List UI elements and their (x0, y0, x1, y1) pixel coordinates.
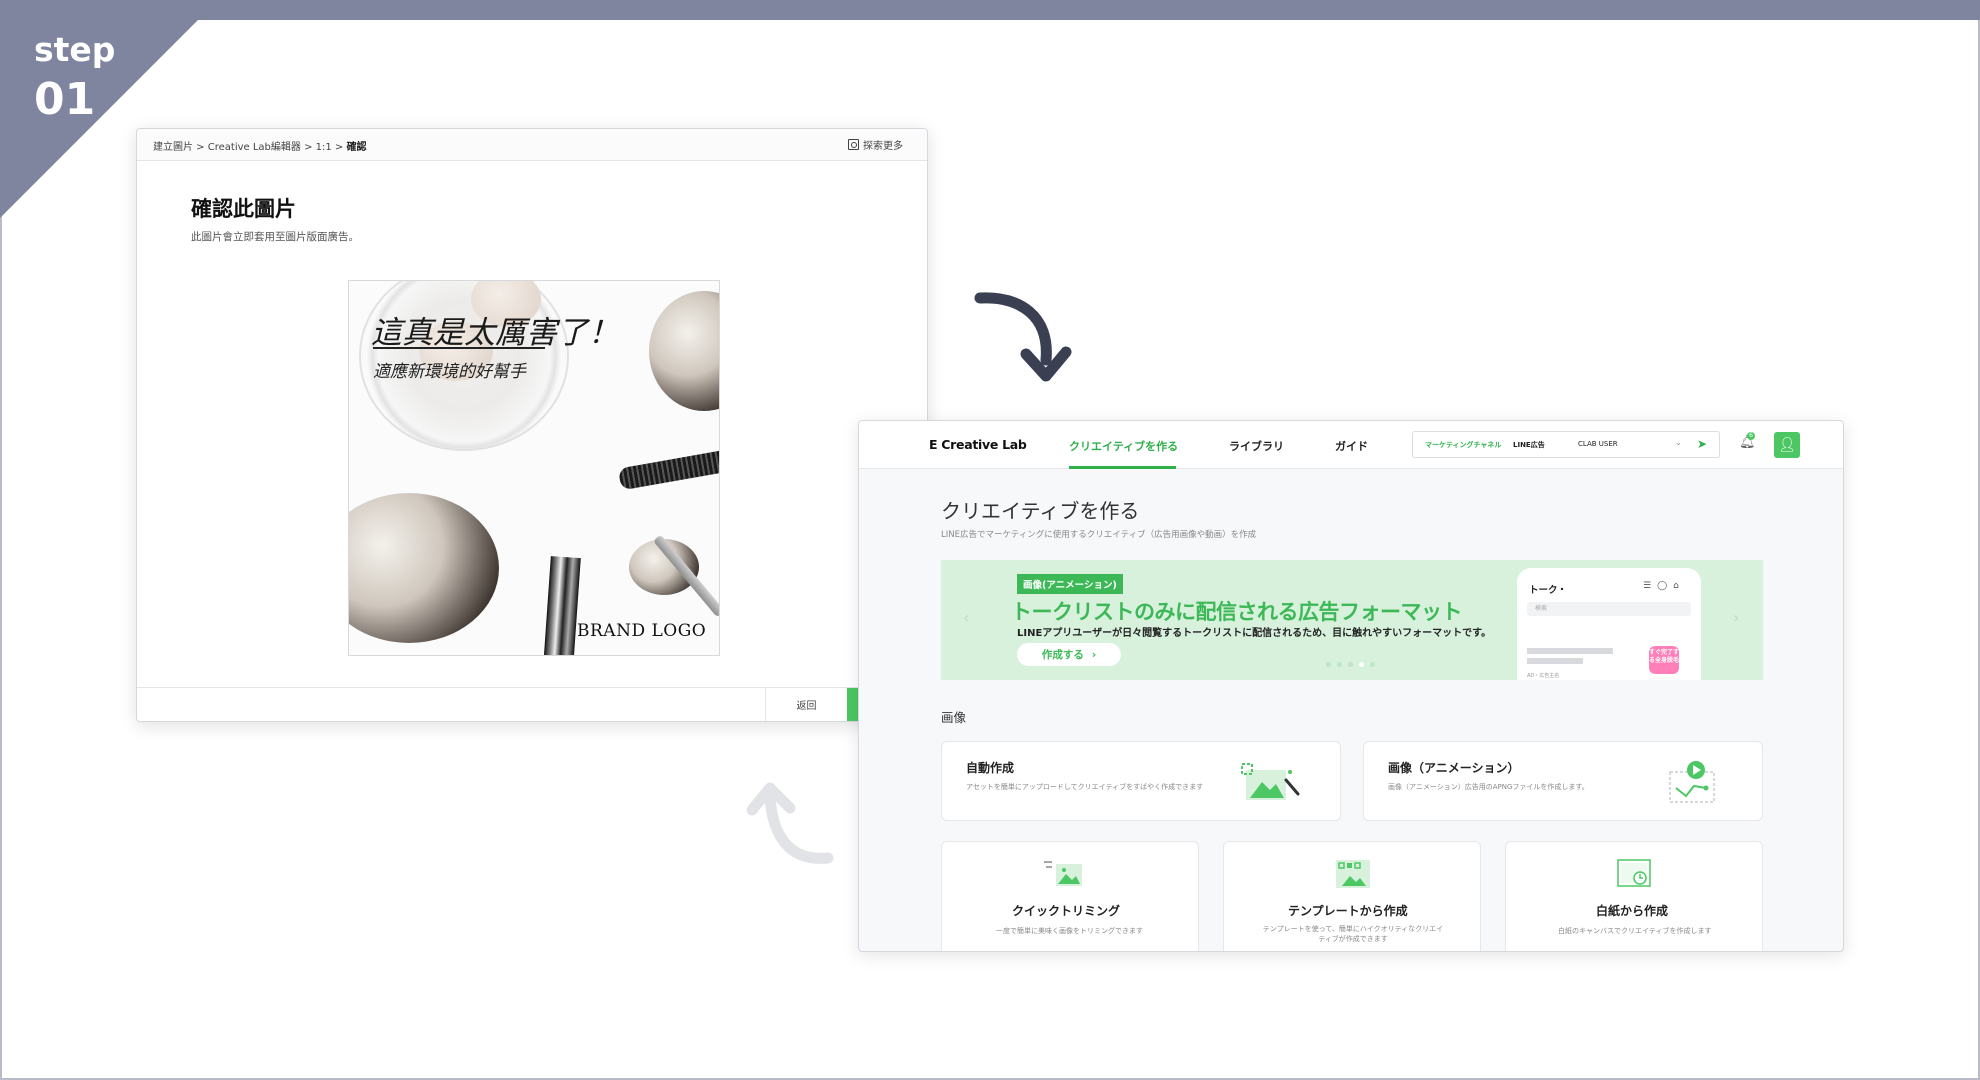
banner-tag: 画像(アニメーション) (1017, 574, 1123, 594)
card-description: テンプレートを使って、簡単にハイクオリティなクリエイティブが作成できます (1262, 925, 1444, 943)
template-icon (1336, 860, 1370, 888)
account-selector[interactable]: マーケティングチャネル LINE広告 CLAB USER ⌄ ➤ (1412, 431, 1720, 458)
explore-more-label: 探索更多 (863, 141, 903, 152)
line-ads-label: LINE広告 (1513, 441, 1545, 449)
phone-list-bar (1527, 648, 1613, 654)
phone-talk-title: トーク・ (1529, 585, 1567, 596)
carousel-dot[interactable] (1370, 662, 1375, 667)
breadcrumb-current: 確認 (346, 142, 367, 153)
section-label-image: 画像 (941, 710, 967, 725)
card-title: クイックトリミング (1012, 904, 1121, 918)
phone-header-icons: ☰◯⌂ (1643, 581, 1685, 591)
brush-image (349, 493, 499, 643)
chevron-left-icon[interactable]: ‹ (963, 608, 969, 627)
image-preview: 這真是太厲害了！ 適應新環境的好幫手 BRAND LOGO (348, 280, 720, 656)
user-avatar-button[interactable]: 👤︎ (1774, 432, 1800, 458)
banner-cta-label: 作成する (1041, 649, 1084, 661)
card-description: 画像（アニメーション）広告用のAPNGファイルを作成します。 (1388, 783, 1589, 791)
nav-tab-guide[interactable]: ガイド (1335, 438, 1368, 454)
carousel-dot[interactable] (1326, 662, 1331, 667)
notification-badge: 6 (1747, 432, 1755, 440)
dialog-footer: 返回 確認 (137, 687, 927, 721)
carousel-dot-active[interactable] (1359, 662, 1364, 667)
chevron-right-icon: › (1091, 648, 1097, 661)
arrow-down-right-icon (974, 292, 1072, 382)
window-header: 建立圖片 > Creative Lab編輯器 > 1:1 > 確認 探索更多 (137, 129, 927, 161)
account-user-name: CLAB USER (1578, 440, 1618, 448)
preview-brand-logo: BRAND LOGO (577, 621, 707, 641)
phone-list-bar (1527, 658, 1583, 664)
explore-more-link[interactable]: 探索更多 (848, 137, 903, 152)
animation-play-icon (1669, 761, 1715, 803)
marketing-channel-label: マーケティングチャネル (1425, 441, 1502, 449)
phone-mockup: トーク・ ☰◯⌂ 検索 すぐ完了する全身脱毛 AD・広告主名 (1517, 568, 1701, 680)
breadcrumb: 建立圖片 > Creative Lab編輯器 > 1:1 > 確認 (153, 142, 367, 153)
preview-headline: 這真是太厲害了！ (371, 315, 619, 351)
auto-create-icon (1241, 763, 1300, 800)
page-subtitle: 此圖片會立即套用至圖片版面廣告。 (191, 231, 359, 243)
creative-lab-logo[interactable]: E Creative Lab (929, 437, 1027, 452)
card-title: 画像（アニメーション） (1388, 761, 1520, 775)
nav-tab-create[interactable]: クリエイティブを作る (1069, 438, 1178, 454)
top-navigation: E Creative Lab クリエイティブを作る ライブラリ ガイド マーケテ… (859, 421, 1843, 469)
mascara-image (617, 449, 719, 491)
send-icon[interactable]: ➤ (1697, 437, 1707, 451)
brush-image (649, 291, 719, 411)
lipstick-tube-image (543, 556, 581, 655)
card-title: 白紙から作成 (1596, 904, 1669, 918)
card-animation-create[interactable]: 画像（アニメーション） 画像（アニメーション）広告用のAPNGファイルを作成しま… (1363, 741, 1763, 821)
phone-ad-badge: すぐ完了する全身脱毛 (1649, 646, 1679, 674)
blank-canvas-icon (1617, 859, 1651, 887)
preview-subline: 適應新環境的好幫手 (373, 362, 526, 382)
card-description: 一度で簡単に美味く画像をトリミングできます (996, 927, 1143, 935)
chevron-right-icon[interactable]: › (1733, 608, 1739, 627)
step-number: 01 (34, 74, 96, 125)
banner-create-button[interactable]: 作成する › (1017, 643, 1121, 666)
step-label: step (34, 30, 116, 69)
explore-icon (848, 139, 859, 150)
carousel-dots (1326, 662, 1375, 667)
active-tab-indicator (1069, 466, 1176, 469)
carousel-dot[interactable] (1337, 662, 1342, 667)
card-title: テンプレートから作成 (1288, 904, 1408, 918)
quick-trim-icon (1044, 861, 1082, 886)
breadcrumb-item[interactable]: Creative Lab編輯器 (208, 142, 301, 153)
breadcrumb-item[interactable]: 建立圖片 (153, 142, 193, 153)
banner-description: LINEアプリユーザーが日々閲覧するトークリストに配信されるため、目に触れやすい… (1017, 628, 1492, 639)
chevron-down-icon[interactable]: ⌄ (1675, 438, 1682, 447)
page-title: 確認此圖片 (191, 197, 296, 221)
preview-underline (373, 347, 545, 349)
card-template-create[interactable]: テンプレートから作成 テンプレートを使って、簡単にハイクオリティなクリエイティブ… (1223, 841, 1481, 951)
top-band (0, 0, 1980, 20)
breadcrumb-item[interactable]: 1:1 (316, 142, 332, 153)
nav-tab-library[interactable]: ライブラリ (1229, 438, 1284, 454)
back-button[interactable]: 返回 (765, 688, 847, 721)
promo-banner: ‹ › 画像(アニメーション) トークリストのみに配信される広告フォーマット L… (941, 560, 1763, 680)
card-description: 白紙のキャンバスでクリエイティブを作成します (1558, 927, 1712, 935)
phone-ad-label: AD・広告主名 (1527, 673, 1560, 679)
confirm-window: 建立圖片 > Creative Lab編輯器 > 1:1 > 確認 探索更多 確… (136, 128, 928, 722)
card-description: アセットを簡単にアップロードしてクリエイティブをすばやく作成できます (966, 783, 1204, 791)
arrow-up-left-icon (746, 782, 834, 864)
phone-search-field: 検索 (1527, 602, 1691, 616)
page-subtitle: LINE広告でマーケティングに使用するクリエイティブ（広告用画像や動画）を作成 (941, 530, 1257, 540)
banner-headline: トークリストのみに配信される広告フォーマット (1011, 600, 1463, 624)
card-title: 自動作成 (966, 761, 1015, 775)
page-title: クリエイティブを作る (941, 499, 1140, 523)
carousel-dot[interactable] (1348, 662, 1353, 667)
card-auto-create[interactable]: 自動作成 アセットを簡単にアップロードしてクリエイティブをすばやく作成できます (941, 741, 1341, 821)
card-quick-trimming[interactable]: クイックトリミング 一度で簡単に美味く画像をトリミングできます (941, 841, 1199, 951)
card-blank-create[interactable]: 白紙から作成 白紙のキャンバスでクリエイティブを作成します (1505, 841, 1763, 951)
creative-lab-window: E Creative Lab クリエイティブを作る ライブラリ ガイド マーケテ… (858, 420, 1844, 952)
